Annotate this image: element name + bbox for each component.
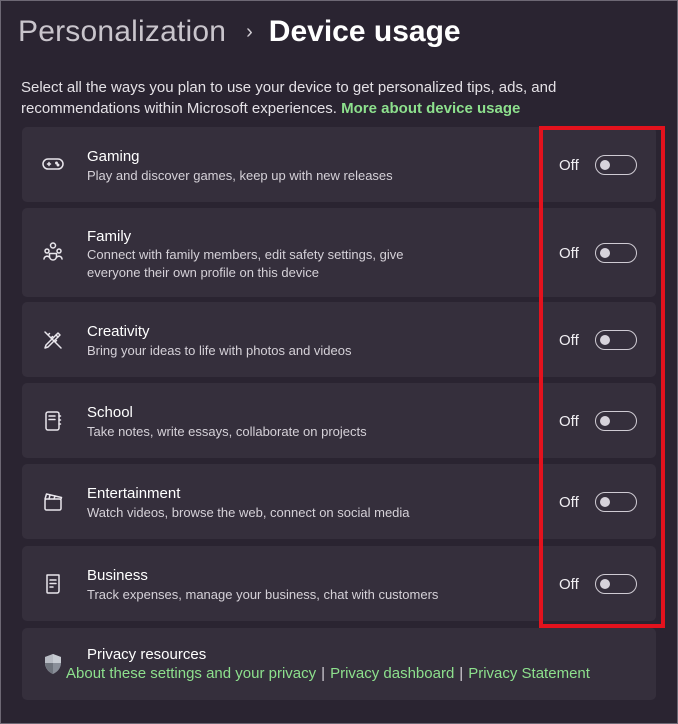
setting-title-school: School — [87, 404, 133, 421]
privacy-statement-link[interactable]: Privacy Statement — [468, 665, 590, 682]
privacy-dashboard-link[interactable]: Privacy dashboard — [330, 665, 454, 682]
setting-title-business: Business — [87, 567, 148, 584]
setting-title-family: Family — [87, 228, 132, 245]
setting-subtitle-family: Connect with family members, edit safety… — [87, 247, 404, 280]
family-icon — [40, 239, 66, 265]
setting-subtitle-creativity: Bring your ideas to life with photos and… — [87, 343, 352, 358]
setting-subtitle-entertainment: Watch videos, browse the web, connect on… — [87, 505, 410, 520]
link-separator: | — [321, 665, 326, 682]
link-separator: | — [459, 665, 464, 682]
notebook-icon — [40, 408, 66, 434]
privacy-links: About these settings and your privacy | Pr… — [66, 665, 590, 682]
about-settings-privacy-link[interactable]: About these settings and your privacy — [66, 665, 316, 682]
highlight-annotation-box — [539, 126, 665, 628]
setting-title-creativity: Creativity — [87, 323, 150, 340]
setting-title-entertainment: Entertainment — [87, 485, 181, 502]
receipt-icon — [40, 571, 66, 597]
privacy-resources-title: Privacy resources — [87, 646, 207, 663]
breadcrumb: Personalization › Device usage — [18, 15, 461, 49]
privacy-resources-card: Privacy resources — [22, 628, 656, 700]
more-about-device-usage-link[interactable]: More about device usage — [341, 100, 520, 117]
shield-icon — [40, 651, 66, 677]
setting-title-gaming: Gaming — [87, 148, 140, 165]
breadcrumb-personalization[interactable]: Personalization — [18, 15, 226, 49]
gamepad-icon — [40, 151, 66, 177]
setting-subtitle-school: Take notes, write essays, collaborate on… — [87, 424, 367, 439]
pen-ruler-icon — [40, 327, 66, 353]
page-title: Device usage — [268, 15, 461, 48]
clapperboard-icon — [40, 489, 66, 515]
breadcrumb-separator-icon: › — [246, 20, 253, 43]
setting-subtitle-business: Track expenses, manage your business, ch… — [87, 587, 439, 602]
page-description: Select all the ways you plan to use your… — [21, 77, 661, 119]
setting-subtitle-gaming: Play and discover games, keep up with ne… — [87, 168, 393, 183]
